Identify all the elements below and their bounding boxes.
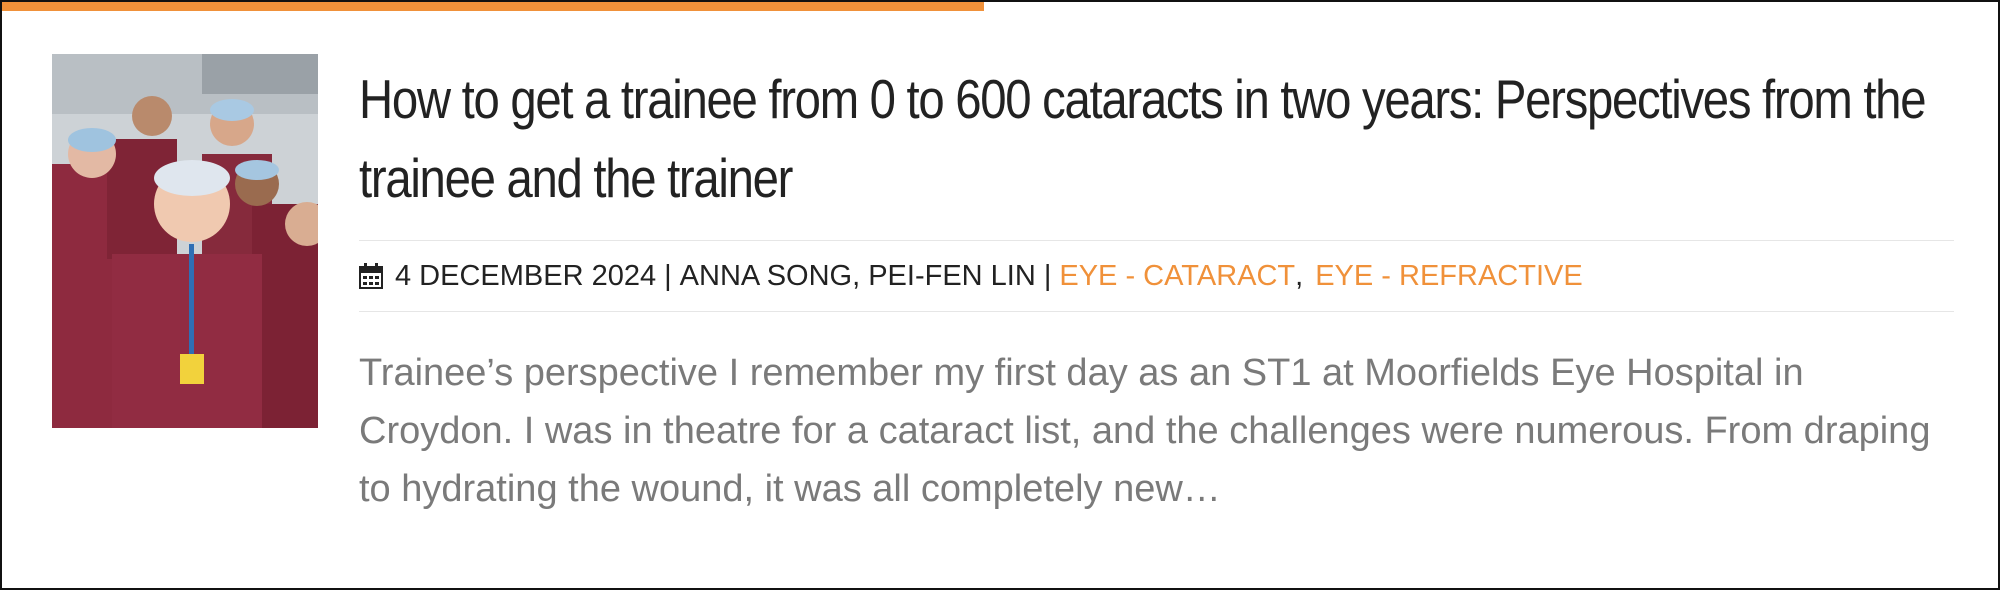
category-link-cataract[interactable]: EYE - CATARACT xyxy=(1059,260,1295,293)
article-card: How to get a trainee from 0 to 600 catar… xyxy=(0,0,2000,590)
meta-separator: | xyxy=(1043,259,1052,292)
article-excerpt: Trainee’s perspective I remember my firs… xyxy=(359,352,1931,510)
meta-separator: | xyxy=(664,259,672,292)
article-title[interactable]: How to get a trainee from 0 to 600 catar… xyxy=(359,60,1954,218)
accent-bar xyxy=(2,2,984,11)
team-photo xyxy=(52,54,318,428)
category-separator: , xyxy=(1295,259,1304,292)
article-meta: 4 DECEMBER 2024 | ANNA SONG, PEI-FEN LIN… xyxy=(359,240,1954,312)
article-thumbnail[interactable] xyxy=(52,54,318,428)
calendar-icon xyxy=(359,263,383,289)
post-date: 4 DECEMBER 2024 xyxy=(395,259,657,292)
category-link-refractive[interactable]: EYE - REFRACTIVE xyxy=(1315,260,1583,293)
post-authors[interactable]: ANNA SONG, PEI-FEN LIN xyxy=(680,260,1036,293)
article-content: How to get a trainee from 0 to 600 catar… xyxy=(359,60,1954,510)
